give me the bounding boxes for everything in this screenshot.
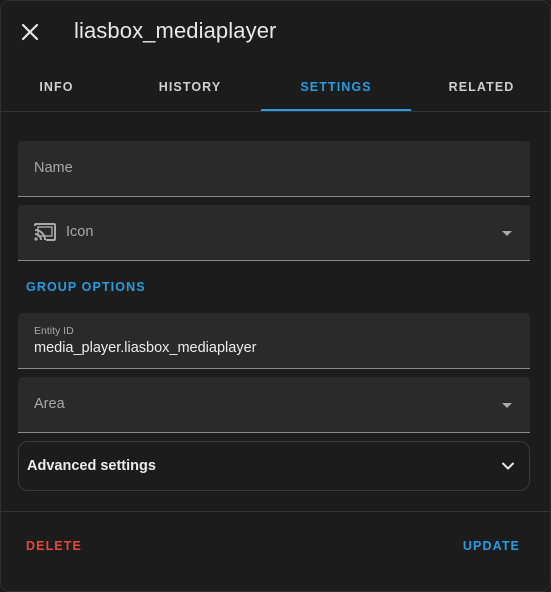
close-icon <box>21 23 39 41</box>
advanced-settings-expander[interactable]: Advanced settings <box>18 441 530 491</box>
chevron-down-icon <box>502 403 512 408</box>
icon-picker-field[interactable]: Icon <box>18 205 530 261</box>
icon-field-label: Icon <box>66 224 94 240</box>
advanced-settings-label: Advanced settings <box>27 458 156 474</box>
name-field[interactable]: Name <box>18 141 530 197</box>
delete-button[interactable]: DELETE <box>26 539 82 553</box>
update-button[interactable]: UPDATE <box>463 539 520 553</box>
entity-settings-dialog: liasbox_mediaplayer INFO HISTORY SETTING… <box>0 0 551 592</box>
chevron-down-icon <box>502 462 514 470</box>
tab-info[interactable]: INFO <box>1 63 112 111</box>
name-field-label: Name <box>34 160 73 176</box>
tab-related[interactable]: RELATED <box>411 63 550 111</box>
entity-id-field[interactable]: Entity ID media_player.liasbox_mediaplay… <box>18 313 530 369</box>
area-field[interactable]: Area <box>18 377 530 433</box>
tab-settings[interactable]: SETTINGS <box>261 63 411 111</box>
dialog-title: liasbox_mediaplayer <box>74 18 277 43</box>
cast-icon <box>34 223 56 241</box>
group-options-link[interactable]: GROUP OPTIONS <box>26 280 146 294</box>
tab-history[interactable]: HISTORY <box>112 63 268 111</box>
entity-id-value: media_player.liasbox_mediaplayer <box>34 340 257 356</box>
active-tab-indicator <box>261 109 411 111</box>
dialog-header: liasbox_mediaplayer <box>1 1 550 63</box>
entity-id-label: Entity ID <box>34 325 74 337</box>
tab-bar: INFO HISTORY SETTINGS RELATED <box>1 63 550 112</box>
area-field-label: Area <box>34 396 65 412</box>
chevron-down-icon <box>502 231 512 236</box>
close-button[interactable] <box>13 15 47 49</box>
footer-divider <box>1 511 550 512</box>
